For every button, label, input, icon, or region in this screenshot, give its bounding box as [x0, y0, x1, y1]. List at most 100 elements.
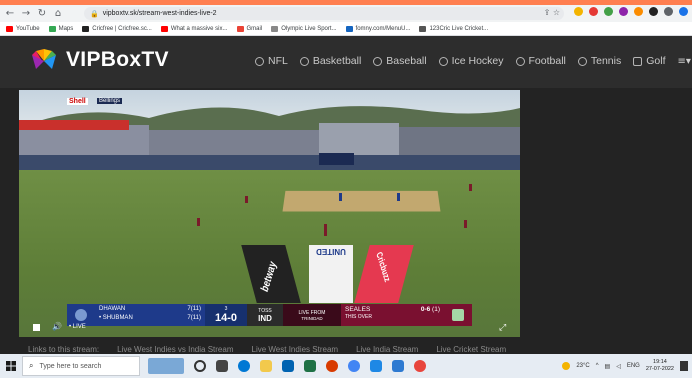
- extension-icon[interactable]: [604, 7, 613, 16]
- batsman: [397, 193, 400, 201]
- address-bar[interactable]: 🔒 vipboxtv.sk/stream-west-indies-live-2 …: [84, 7, 564, 20]
- forward-icon[interactable]: →: [20, 8, 32, 20]
- vscode-icon[interactable]: [392, 360, 404, 372]
- nav-football[interactable]: Football: [515, 55, 566, 67]
- windows-logo-icon: [6, 361, 16, 371]
- right-sidebar: [520, 90, 692, 338]
- fielder: [469, 184, 472, 191]
- fielder: [324, 224, 327, 236]
- nav-nfl[interactable]: NFL: [255, 55, 288, 67]
- bookmark-label: Olympic Live Sport...: [281, 25, 337, 32]
- bookmark-item[interactable]: Cricfree | Cricfree.sc...: [82, 25, 152, 32]
- golf-icon: [633, 56, 643, 66]
- links-heading: Links to this stream:: [28, 345, 100, 354]
- weather-widget-icon[interactable]: [148, 358, 184, 374]
- stand-sponsor-sign-2: Bellings: [97, 98, 123, 104]
- batter-name: DHAWAN: [99, 306, 126, 312]
- bookmarks-bar: YouTube Maps Cricfree | Cricfree.sc... W…: [0, 22, 692, 36]
- bookmark-item[interactable]: What a massive six...: [160, 25, 228, 32]
- bookmark-item[interactable]: YouTube: [6, 25, 40, 32]
- chrome-profile-icon[interactable]: [414, 360, 426, 372]
- basketball-icon: [299, 56, 309, 66]
- bookmark-label: Maps: [58, 25, 74, 32]
- taskbar-search[interactable]: ⌕ Type here to search: [22, 356, 140, 376]
- bookmark-item[interactable]: Maps: [48, 25, 74, 32]
- extensions-tray: [574, 7, 688, 16]
- language-indicator[interactable]: ENG: [627, 363, 640, 369]
- site-header: VIPBoxTV NFL Basketball Baseball Ice Hoc…: [0, 36, 692, 88]
- stream-link[interactable]: Live West Indies vs India Stream: [117, 345, 233, 354]
- extension-icon[interactable]: [634, 7, 643, 16]
- menu-toggle-icon[interactable]: ≡▾: [678, 56, 691, 67]
- search-icon: ⌕: [29, 361, 34, 370]
- tennis-icon: [577, 56, 587, 66]
- media-icon[interactable]: [326, 360, 338, 372]
- home-icon[interactable]: ⌂: [52, 8, 64, 20]
- chrome-icon[interactable]: [348, 360, 360, 372]
- app-icon[interactable]: [370, 360, 382, 372]
- nav-label: NFL: [268, 55, 288, 67]
- venue-label: TRINIDAD: [301, 315, 323, 321]
- cricket-pitch: [282, 190, 441, 212]
- bookmark-item[interactable]: 123Cric Live Cricket...: [419, 25, 488, 32]
- volume-icon[interactable]: 🔊: [52, 322, 62, 331]
- nav-baseball[interactable]: Baseball: [373, 55, 427, 67]
- bookmark-label: What a massive six...: [170, 25, 228, 32]
- site-icon: [419, 25, 427, 32]
- extension-icon[interactable]: [589, 7, 598, 16]
- menu-icon[interactable]: [664, 7, 673, 16]
- live-indicator: • LIVE: [69, 324, 86, 330]
- edge-icon[interactable]: [238, 360, 250, 372]
- clock[interactable]: 19:14 27-07-2022: [646, 359, 674, 373]
- stop-icon[interactable]: [33, 324, 40, 331]
- stream-link[interactable]: Live West Indies Stream: [252, 345, 339, 354]
- nav-label: Ice Hockey: [451, 55, 504, 67]
- stream-link[interactable]: Live India Stream: [356, 345, 418, 354]
- fullscreen-icon[interactable]: ⤢: [499, 323, 506, 333]
- bookmark-item[interactable]: Gmail: [236, 25, 262, 32]
- address-url: vipboxtv.sk/stream-west-indies-live-2: [102, 10, 217, 17]
- site-icon: [345, 25, 353, 32]
- batsman: [339, 193, 342, 201]
- back-icon[interactable]: ←: [4, 8, 16, 20]
- adboard-text: betway: [259, 259, 280, 295]
- bookmark-label: Cricfree | Cricfree.sc...: [92, 25, 152, 32]
- video-player[interactable]: Shell Bellings betway UNITED Cricbuzz DH…: [19, 90, 520, 337]
- extension-icon[interactable]: [619, 7, 628, 16]
- maps-icon: [48, 25, 56, 32]
- reload-icon[interactable]: ↻: [36, 8, 48, 20]
- system-tray: 23°C ^ ▤ ◁ ENG 19:14 27-07-2022: [562, 354, 688, 378]
- nav-basketball[interactable]: Basketball: [299, 55, 361, 67]
- store-icon[interactable]: [282, 360, 294, 372]
- bookmark-label: fomny.com/MenuU...: [355, 25, 411, 32]
- stream-link[interactable]: Live Cricket Stream: [436, 345, 506, 354]
- extension-icon[interactable]: [574, 7, 583, 16]
- notifications-icon[interactable]: [680, 361, 688, 371]
- fielder: [197, 218, 200, 226]
- profile-avatar[interactable]: [679, 7, 688, 16]
- hockey-icon: [438, 56, 448, 66]
- tray-chevron-icon[interactable]: ^: [596, 363, 599, 369]
- temperature: 23°C: [576, 363, 590, 369]
- stadium-stands: [19, 120, 520, 175]
- adboard-text: UNITED: [316, 247, 346, 256]
- network-icon[interactable]: ▤: [605, 363, 611, 370]
- nav-golf[interactable]: Golf: [633, 55, 666, 67]
- volume-tray-icon[interactable]: ◁: [616, 363, 621, 370]
- fielder: [245, 196, 248, 203]
- excel-icon[interactable]: [304, 360, 316, 372]
- nav-label: Football: [528, 55, 566, 67]
- nav-ice-hockey[interactable]: Ice Hockey: [438, 55, 504, 67]
- puzzle-icon[interactable]: [649, 7, 658, 16]
- site-logo[interactable]: VIPBoxTV: [30, 48, 169, 72]
- nav-tennis[interactable]: Tennis: [577, 55, 621, 67]
- windows-start-icon[interactable]: [0, 354, 22, 378]
- bookmark-star-icon[interactable]: ⇪ ☆: [544, 8, 560, 17]
- clock-date: 27-07-2022: [645, 366, 674, 372]
- bookmark-item[interactable]: Olympic Live Sport...: [271, 25, 337, 32]
- task-view-icon[interactable]: [216, 360, 228, 372]
- file-explorer-icon[interactable]: [260, 360, 272, 372]
- cortana-icon[interactable]: [194, 360, 206, 372]
- bookmark-item[interactable]: fomny.com/MenuU...: [345, 25, 411, 32]
- soccer-icon: [515, 56, 525, 66]
